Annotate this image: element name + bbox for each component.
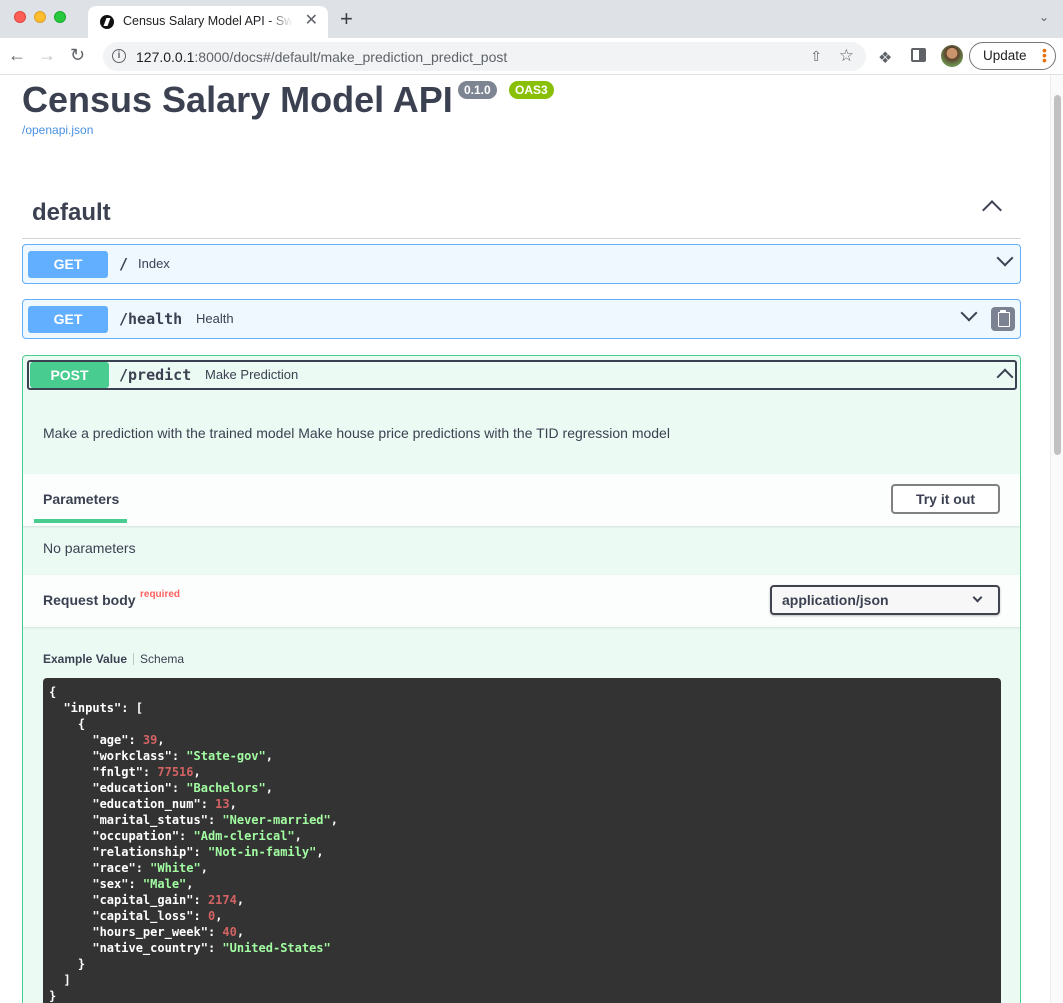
op-path: /health — [119, 310, 183, 328]
opblock-get-health[interactable]: GET /health Health — [22, 299, 1021, 339]
address-bar[interactable]: i 127.0.0.1:8000/docs#/default/make_pred… — [103, 42, 866, 71]
update-button[interactable]: Update • • • — [969, 42, 1056, 70]
window-minimize-button[interactable] — [34, 11, 46, 23]
browser-tabbar: Census Salary Model API - Swagger UI ✕ +… — [0, 0, 1063, 38]
chevron-down-icon[interactable] — [960, 304, 978, 322]
page-scrollbar[interactable] — [1050, 75, 1063, 1003]
try-it-out-button[interactable]: Try it out — [891, 484, 1000, 514]
example-tabs: Example Value Schema — [43, 652, 184, 666]
browser-tab[interactable]: Census Salary Model API - Swagger UI ✕ — [88, 6, 328, 38]
op-summary: Health — [196, 311, 234, 326]
parameters-header: Parameters Try it out — [23, 474, 1020, 526]
tab-close-icon[interactable]: ✕ — [305, 13, 318, 29]
tab-schema[interactable]: Schema — [140, 652, 184, 666]
tab-divider — [133, 653, 135, 665]
openapi-json-link[interactable]: /openapi.json — [22, 123, 93, 137]
tab-parameters[interactable]: Parameters — [43, 491, 119, 507]
example-json: { "inputs": [ { "age": 39, "workclass": … — [49, 685, 338, 1003]
browser-toolbar: ← → ↻ i 127.0.0.1:8000/docs#/default/mak… — [0, 38, 1063, 75]
forward-arrow-icon[interactable]: → — [38, 46, 56, 64]
section-default-header[interactable]: default — [22, 197, 1021, 239]
chevron-up-icon[interactable] — [982, 200, 1002, 220]
share-icon[interactable]: ⇧ — [810, 48, 822, 65]
oas-badge: OAS3 — [509, 81, 554, 99]
op-summary: Make Prediction — [205, 367, 299, 382]
swagger-favicon-icon — [100, 15, 114, 29]
method-badge: POST — [30, 362, 109, 388]
update-label: Update — [983, 48, 1027, 63]
window-close-button[interactable] — [14, 11, 26, 23]
example-code-block[interactable]: { "inputs": [ { "age": 39, "workclass": … — [43, 678, 1001, 1003]
opblock-get-index[interactable]: GET / Index — [22, 244, 1021, 284]
version-badge: 0.1.0 — [458, 81, 497, 99]
method-badge: GET — [28, 251, 108, 278]
url-text[interactable]: 127.0.0.1:8000/docs#/default/make_predic… — [136, 49, 507, 65]
section-title: default — [32, 199, 111, 226]
op-path: /predict — [119, 366, 192, 384]
back-arrow-icon[interactable]: ← — [8, 46, 26, 64]
tab-active-indicator — [34, 519, 127, 523]
required-tag: required — [140, 589, 181, 600]
copy-to-clipboard-icon[interactable] — [991, 307, 1015, 331]
tab-search-chevron-icon[interactable]: ⌄ — [1039, 10, 1049, 24]
chevron-up-icon[interactable] — [996, 368, 1014, 386]
content-type-select[interactable]: application/json — [770, 585, 1000, 615]
tab-title: Census Salary Model API - Swagger UI — [123, 14, 293, 28]
chevron-down-icon — [972, 592, 983, 603]
extensions-puzzle-icon[interactable]: ❖ — [878, 48, 892, 68]
opblock-post-predict: POST /predict Make Prediction Make a pre… — [22, 355, 1021, 1003]
operation-description: Make a prediction with the trained model… — [43, 425, 670, 441]
swagger-page: Census Salary Model API 0.1.0 OAS3 /open… — [0, 75, 1050, 1003]
no-parameters-text: No parameters — [43, 540, 136, 556]
more-vert-icon: • • • — [1042, 42, 1047, 68]
side-panel-icon[interactable] — [911, 48, 926, 62]
api-title: Census Salary Model API — [22, 79, 453, 120]
window-zoom-button[interactable] — [54, 11, 66, 23]
new-tab-button[interactable]: + — [340, 8, 353, 30]
request-body-header: Request body required application/json — [23, 575, 1020, 627]
post-summary-bar[interactable]: POST /predict Make Prediction — [27, 360, 1017, 390]
scrollbar-thumb[interactable] — [1054, 95, 1061, 455]
op-path: / — [119, 255, 129, 273]
request-body-label: Request body — [43, 592, 136, 608]
tab-example-value[interactable]: Example Value — [43, 652, 127, 666]
method-badge: GET — [28, 306, 108, 333]
reload-icon[interactable]: ↻ — [70, 46, 85, 64]
profile-avatar[interactable] — [941, 45, 963, 67]
chevron-down-icon[interactable] — [996, 249, 1014, 267]
bookmark-star-icon[interactable]: ☆ — [839, 46, 854, 66]
op-summary: Index — [138, 256, 170, 271]
site-info-icon[interactable]: i — [112, 49, 126, 63]
content-type-value: application/json — [782, 592, 889, 608]
